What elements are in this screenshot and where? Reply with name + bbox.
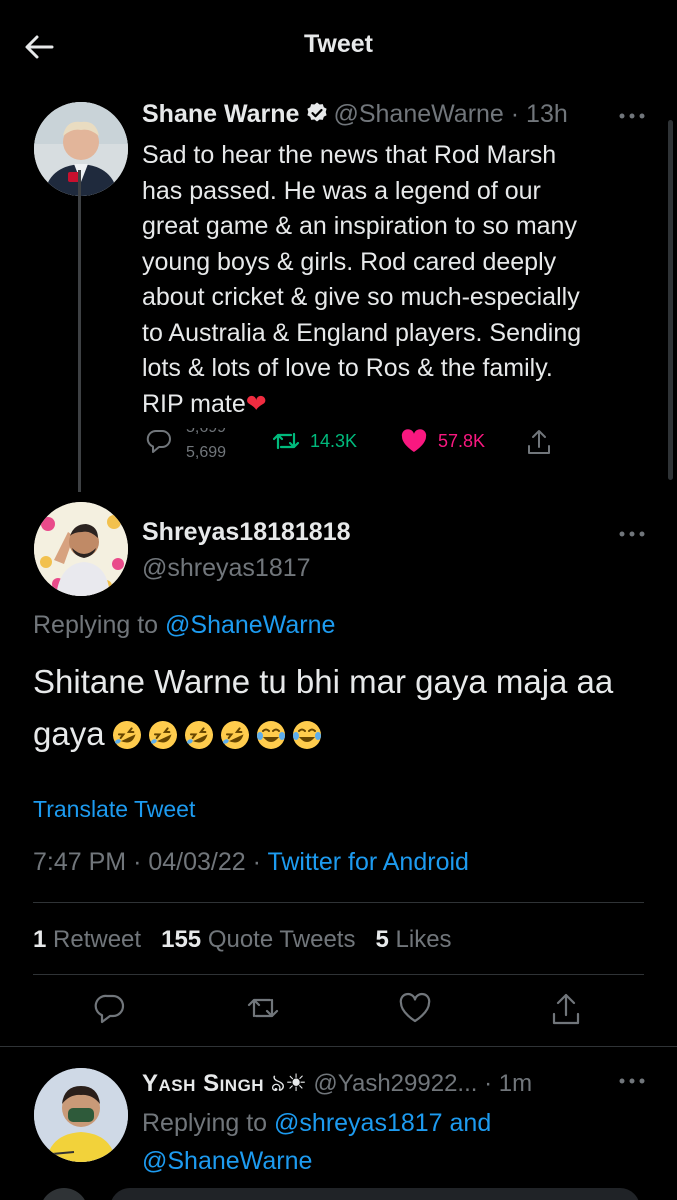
- replying-prefix: Replying to: [33, 611, 159, 639]
- reply-count-rolling-out: 5,699: [186, 428, 226, 437]
- retweet-icon[interactable]: [246, 992, 280, 1024]
- page-title: Tweet: [304, 30, 373, 58]
- main-display-name[interactable]: Shreyas18181818: [142, 518, 351, 547]
- rolling-laughing-emoji: [220, 721, 249, 749]
- replying-to-link[interactable]: @ShaneWarne: [142, 1147, 312, 1175]
- reply-handle[interactable]: @Yash29922...: [313, 1070, 477, 1097]
- more-icon[interactable]: [618, 530, 646, 538]
- meta-separator: ·: [252, 848, 261, 876]
- reply-name-suffix: ঌ☀: [270, 1070, 307, 1097]
- share-button[interactable]: [526, 428, 552, 456]
- likes-stat[interactable]: 5 Likes: [375, 926, 451, 953]
- thread-connector-line: [78, 170, 81, 492]
- tweet-time: 7:47 PM: [33, 848, 127, 876]
- quote-tweets-stat[interactable]: 155 Quote Tweets: [161, 926, 355, 953]
- parent-time: · 13h: [510, 100, 568, 128]
- replying-prefix: Replying to: [142, 1109, 268, 1137]
- avatar-shane-warne[interactable]: [34, 102, 128, 196]
- divider: [0, 1046, 677, 1047]
- main-tweet-actions: [0, 992, 677, 1036]
- quote-count: 155: [161, 926, 202, 953]
- emoji-row: [111, 719, 323, 751]
- translate-tweet-link[interactable]: Translate Tweet: [33, 796, 195, 823]
- red-heart-emoji: ❤: [245, 389, 267, 418]
- reply-icon: [146, 429, 171, 453]
- like-icon[interactable]: [398, 992, 432, 1024]
- scrollbar[interactable]: [668, 120, 673, 480]
- retweet-icon: [272, 432, 300, 450]
- verified-badge-icon: [307, 102, 328, 122]
- main-handle[interactable]: @shreyas1817: [142, 554, 311, 583]
- reply-icon[interactable]: [94, 992, 126, 1024]
- parent-tweet-actions: 5,699 5,699 14.3K 57.8K: [142, 428, 562, 464]
- divider: [33, 974, 644, 975]
- tears-of-joy-emoji: [292, 721, 321, 749]
- replying-to-link[interactable]: @shreyas1817: [274, 1109, 443, 1137]
- retweet-label: Retweet: [53, 926, 142, 953]
- like-icon: [401, 429, 427, 452]
- reply-display-name[interactable]: Yash Singh: [142, 1070, 264, 1097]
- replying-and: and: [449, 1109, 492, 1137]
- parent-display-name[interactable]: Shane Warne: [142, 100, 299, 128]
- retweet-count: 14.3K: [310, 430, 358, 451]
- reply-tweet-header: Yash Singh ঌ☀ @Yash29922... · 1m: [142, 1065, 532, 1105]
- tweet-client-link[interactable]: Twitter for Android: [267, 848, 468, 876]
- retweet-count: 1: [33, 926, 47, 953]
- share-icon: [528, 430, 550, 454]
- more-icon[interactable]: [618, 1077, 646, 1085]
- avatar-yash-singh[interactable]: [34, 1068, 128, 1162]
- parent-tweet-body: Sad to hear the news that Rod Marsh has …: [142, 141, 582, 418]
- top-bar: Tweet: [0, 0, 677, 92]
- avatar-shreyas[interactable]: [34, 502, 128, 596]
- reply-time: · 1m: [484, 1070, 533, 1097]
- tweet-date: 04/03/22: [148, 848, 246, 876]
- parent-tweet-header: Shane Warne @ShaneWarne · 13h: [142, 100, 568, 129]
- reply-count-rolling-in: 5,699: [186, 444, 227, 461]
- main-tweet-text: Shitane Warne tu bhi mar gaya maja aa ga…: [33, 656, 653, 760]
- like-label: Likes: [395, 926, 452, 953]
- rolling-laughing-emoji: [112, 721, 141, 749]
- reply-compose-input[interactable]: [110, 1188, 640, 1200]
- more-icon[interactable]: [618, 112, 646, 120]
- quote-label: Quote Tweets: [207, 926, 356, 953]
- parent-tweet-text: Sad to hear the news that Rod Marsh has …: [142, 138, 652, 422]
- tears-of-joy-emoji: [256, 721, 285, 749]
- rolling-laughing-emoji: [184, 721, 213, 749]
- like-count: 5: [375, 926, 389, 953]
- replying-to-line: Replying to @ShaneWarne: [33, 611, 335, 640]
- like-button[interactable]: 57.8K: [400, 428, 485, 454]
- parent-handle[interactable]: @ShaneWarne: [333, 100, 503, 128]
- meta-separator: ·: [133, 848, 142, 876]
- like-count: 57.8K: [438, 430, 486, 451]
- retweets-stat[interactable]: 1 Retweet: [33, 926, 141, 953]
- retweet-button[interactable]: 14.3K: [272, 428, 357, 454]
- reply-replying-to-line: Replying to @shreyas1817 and @ShaneWarne: [142, 1104, 642, 1180]
- reply-count: 5,699 5,699: [182, 428, 242, 462]
- rolling-laughing-emoji: [148, 721, 177, 749]
- tweet-meta: 7:47 PM · 04/03/22 · Twitter for Android: [33, 848, 469, 877]
- share-icon[interactable]: [550, 992, 582, 1026]
- tweet-stats: 1 Retweet 155 Quote Tweets 5 Likes: [33, 926, 452, 954]
- compose-avatar[interactable]: [40, 1188, 88, 1200]
- divider: [33, 902, 644, 903]
- reply-button[interactable]: [146, 428, 172, 454]
- replying-to-link[interactable]: @ShaneWarne: [165, 611, 335, 639]
